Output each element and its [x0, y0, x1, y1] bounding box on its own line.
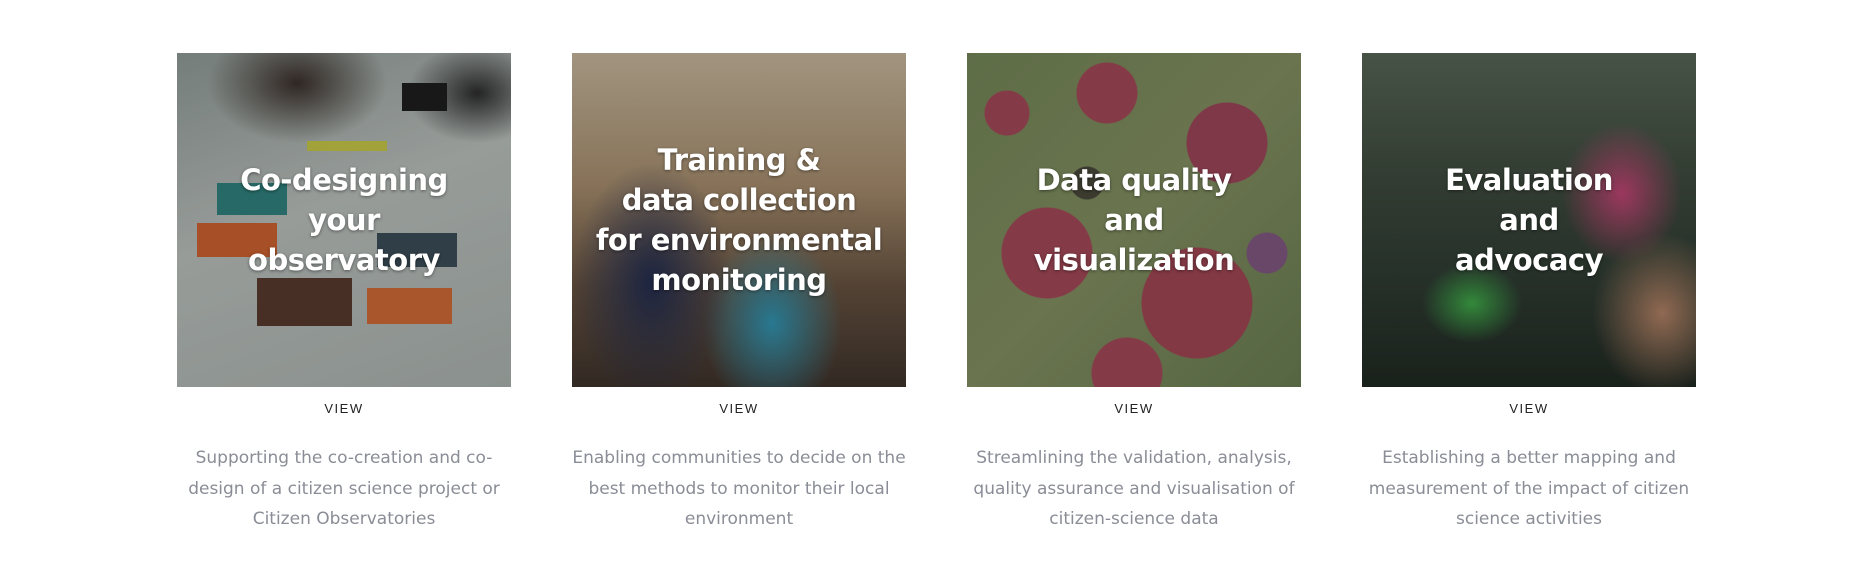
card-training: Training & data collection for environme… — [572, 53, 906, 535]
card-title: Data quality and visualization — [1033, 163, 1235, 277]
card-co-designing: Co-designing your observatory VIEW Suppo… — [177, 53, 511, 535]
evaluation-image-link[interactable]: Evaluation and advocacy — [1362, 53, 1696, 387]
card-description: Supporting the co-creation and co- desig… — [188, 448, 500, 529]
card-description: Streamlining the validation, analysis, q… — [973, 448, 1295, 529]
card-data-quality: Data quality and visualization VIEW Stre… — [967, 53, 1301, 535]
view-link[interactable]: VIEW — [324, 401, 363, 417]
view-link[interactable]: VIEW — [719, 401, 758, 417]
card-evaluation: Evaluation and advocacy VIEW Establishin… — [1362, 53, 1696, 535]
data-quality-image-link[interactable]: Data quality and visualization — [967, 53, 1301, 387]
training-image-link[interactable]: Training & data collection for environme… — [572, 53, 906, 387]
service-cards: Co-designing your observatory VIEW Suppo… — [177, 53, 1696, 535]
card-title: Co-designing your observatory — [240, 163, 448, 277]
card-description: Establishing a better mapping and measur… — [1368, 448, 1690, 529]
card-title: Evaluation and advocacy — [1445, 163, 1613, 277]
card-description: Enabling communities to decide on the be… — [572, 448, 906, 529]
co-designing-image-link[interactable]: Co-designing your observatory — [177, 53, 511, 387]
card-title: Training & data collection for environme… — [595, 143, 883, 297]
view-link[interactable]: VIEW — [1114, 401, 1153, 417]
view-link[interactable]: VIEW — [1509, 401, 1548, 417]
